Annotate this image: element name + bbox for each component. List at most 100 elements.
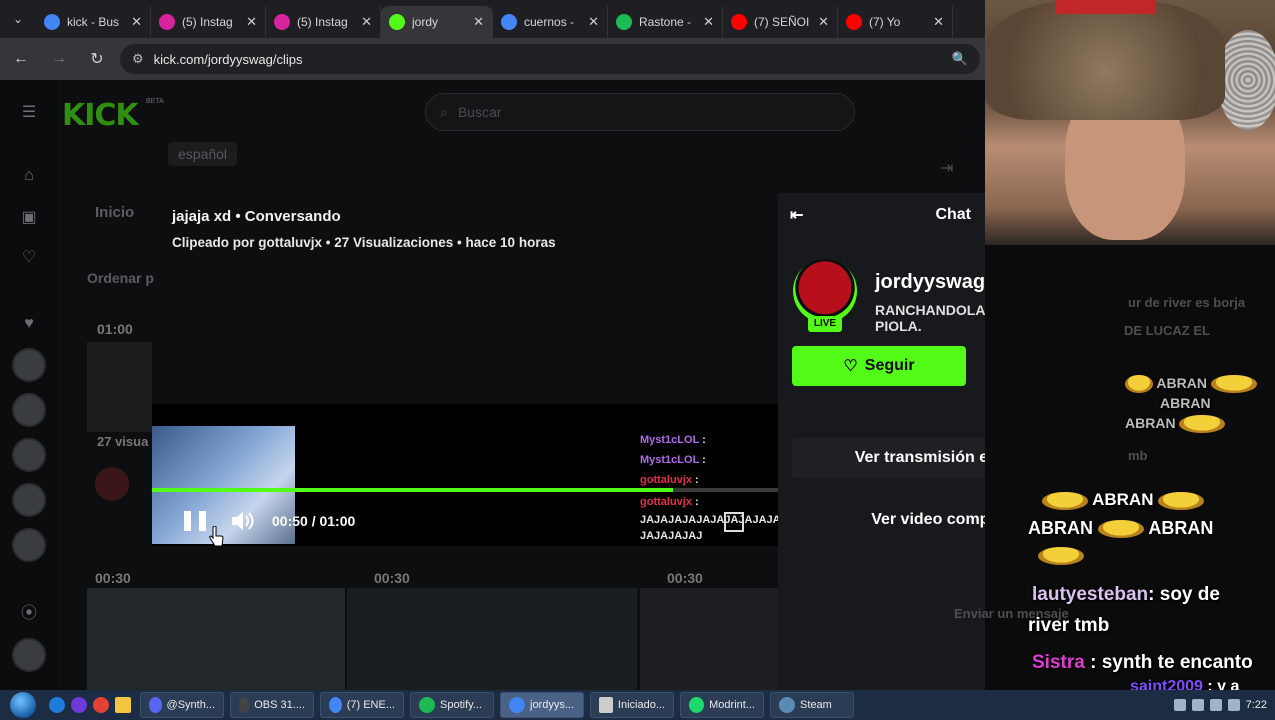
language-tag[interactable]: español	[168, 142, 238, 166]
tray-icon[interactable]	[1209, 699, 1222, 711]
video-player[interactable]: Myst1cLOL : Myst1cLOL : gottaluvjx : got…	[152, 404, 781, 546]
clip-duration: 00:30	[95, 570, 131, 586]
browser-tab[interactable]: cuernos - ✕	[493, 6, 608, 38]
tray-icon[interactable]	[1191, 699, 1204, 711]
taskbar-item-obs[interactable]: OBS 31....	[230, 692, 314, 718]
following-heart-icon[interactable]: ♥	[17, 312, 41, 336]
browser-icon	[71, 697, 87, 713]
share-icon[interactable]: ⋖	[982, 353, 985, 379]
abran-line: ABRAN ABRAN	[1028, 518, 1214, 539]
emote-icon	[1158, 491, 1205, 510]
tab-search-button[interactable]: ⌄	[0, 0, 36, 38]
close-icon[interactable]: ✕	[588, 14, 599, 30]
pinned-edge[interactable]	[46, 694, 68, 716]
clip-title: jajaja xd • Conversando	[172, 208, 341, 225]
browser-toolbar: ← → ↻ ⚙ kick.com/jordyyswag/clips 🔍	[0, 38, 985, 80]
chat-title: Chat	[935, 206, 971, 223]
channel-subtitle: RANCHANDOLA PIOLA.	[875, 302, 985, 334]
tab-inicio[interactable]: Inicio	[95, 204, 134, 221]
taskbar-item-steam[interactable]: Steam	[770, 692, 854, 718]
taskbar-item-modrinth[interactable]: Modrint...	[680, 692, 764, 718]
browser-tab[interactable]: Rastone - ✕	[608, 6, 723, 38]
followed-channel-avatar[interactable]	[12, 348, 46, 382]
taskbar-item-chrome-1[interactable]: (7) ENE...	[320, 692, 404, 718]
channel-avatar[interactable]	[793, 259, 857, 323]
home-icon[interactable]: ⌂	[17, 164, 41, 188]
channel-name[interactable]: jordyyswag	[875, 271, 985, 294]
clip-thumbnail[interactable]	[347, 588, 637, 690]
youtube-icon	[846, 14, 862, 30]
address-bar[interactable]: ⚙ kick.com/jordyyswag/clips 🔍	[120, 44, 980, 74]
followed-channel-avatar[interactable]	[12, 528, 46, 562]
tab-label: kick - Bus	[67, 15, 120, 29]
close-icon[interactable]: ✕	[473, 14, 484, 30]
zoom-icon[interactable]: 🔍	[952, 51, 968, 67]
clip-thumbnail[interactable]	[87, 588, 345, 690]
watch-full-video-button[interactable]: Ver video completo ↗	[792, 500, 985, 540]
clip-thumbnail[interactable]	[87, 342, 152, 432]
terminal-icon	[599, 697, 613, 713]
abran-line: ABRAN	[1125, 415, 1226, 434]
reload-button[interactable]: ↻	[80, 42, 114, 76]
start-button[interactable]	[0, 690, 46, 720]
taskbar-item-cmd[interactable]: Iniciado...	[590, 692, 674, 718]
clip-duration: 00:30	[374, 570, 410, 586]
heart-icon[interactable]: ♡	[17, 246, 41, 270]
avatar[interactable]	[95, 467, 129, 501]
close-icon[interactable]: ✕	[933, 14, 944, 30]
close-icon[interactable]: ✕	[246, 14, 257, 30]
pause-button[interactable]	[184, 511, 206, 533]
chat-message-continued: river tmb	[1028, 615, 1110, 636]
sort-label[interactable]: Ordenar p	[87, 270, 154, 286]
google-icon	[44, 14, 60, 30]
volume-icon[interactable]	[230, 510, 254, 532]
video-chat-line: JAJAJAJAJ	[640, 530, 703, 542]
tray-icon[interactable]	[1227, 699, 1240, 711]
collapse-chat-icon[interactable]: ⇤	[790, 205, 803, 225]
video-chat-line: Myst1cLOL :	[640, 434, 706, 446]
browser-tab[interactable]: (5) Instag ✕	[266, 6, 381, 38]
live-icon[interactable]: ⦿	[17, 602, 41, 626]
close-icon[interactable]: ✕	[131, 14, 142, 30]
tray-icon[interactable]	[1173, 699, 1186, 711]
browser-tab[interactable]: jordy ✕	[381, 6, 493, 38]
watch-live-label: Ver transmisión en vivo	[854, 449, 985, 466]
forward-button[interactable]: →	[42, 42, 76, 76]
pinned-firefox[interactable]	[68, 694, 90, 716]
browser-tab[interactable]: (7) Yo ✕	[838, 6, 953, 38]
follow-button[interactable]: ♡ Seguir	[792, 346, 966, 386]
browse-icon[interactable]: ▣	[17, 206, 41, 230]
followed-channel-avatar[interactable]	[12, 638, 46, 672]
close-icon[interactable]: ✕	[818, 14, 829, 30]
steam-icon	[779, 697, 795, 713]
emote-icon	[1042, 491, 1088, 510]
fullscreen-icon[interactable]	[724, 512, 744, 532]
video-chat-line: gottaluvjx :	[640, 496, 699, 508]
taskbar-item-chrome-2[interactable]: jordyys...	[500, 692, 584, 718]
dim-chat-line: mb	[1128, 448, 1148, 463]
browser-tab[interactable]: (5) Instag ✕	[151, 6, 266, 38]
taskbar-item-discord[interactable]: @Synth...	[140, 692, 224, 718]
site-info-icon[interactable]: ⚙	[132, 51, 144, 67]
watch-live-button[interactable]: Ver transmisión en vivo ↗	[792, 438, 985, 478]
search-input[interactable]: ⌕ Buscar	[425, 93, 855, 131]
followed-channel-avatar[interactable]	[12, 483, 46, 517]
time-readout: 00:50 / 01:00	[272, 513, 356, 529]
followed-channel-avatar[interactable]	[12, 393, 46, 427]
folder-icon	[115, 697, 131, 713]
taskbar-item-spotify[interactable]: Spotify...	[410, 692, 494, 718]
video-chat-line: gottaluvjx :	[640, 474, 699, 486]
clock[interactable]: 7:22	[1246, 699, 1267, 711]
collapse-icon[interactable]: ⇥	[940, 158, 953, 178]
browser-tab[interactable]: (7) SEÑOI ✕	[723, 6, 838, 38]
close-icon[interactable]: ✕	[703, 14, 714, 30]
pinned-chrome[interactable]	[90, 694, 112, 716]
back-button[interactable]: ←	[4, 42, 38, 76]
followed-channel-avatar[interactable]	[12, 438, 46, 472]
menu-icon[interactable]: ☰	[17, 101, 41, 125]
close-icon[interactable]: ✕	[361, 14, 372, 30]
browser-tab[interactable]: kick - Bus ✕	[36, 6, 151, 38]
video-chat-line: Myst1cLOL :	[640, 454, 706, 466]
pinned-explorer[interactable]	[112, 694, 134, 716]
kick-logo[interactable]: KICK	[62, 98, 139, 133]
